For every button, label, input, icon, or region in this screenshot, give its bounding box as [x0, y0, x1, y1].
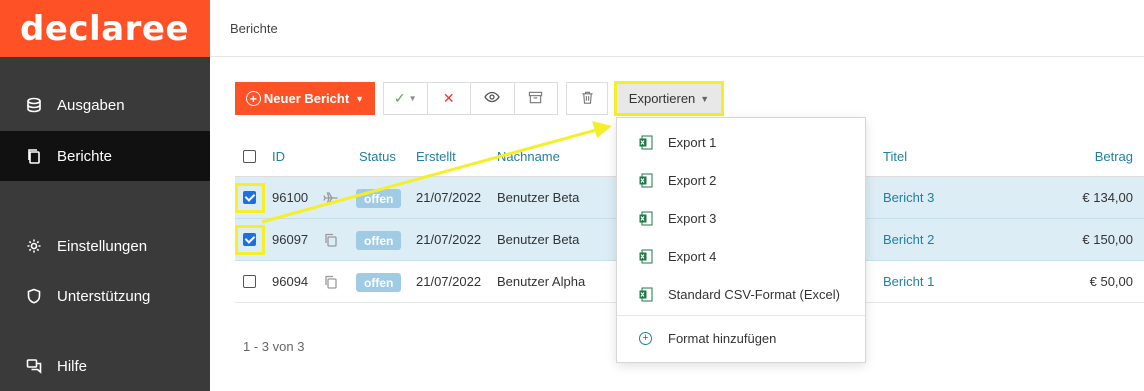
row-checkbox[interactable] [243, 275, 256, 288]
top-bar: Berichte [210, 0, 1144, 57]
archive-icon [528, 90, 543, 108]
eye-icon [484, 89, 500, 108]
sidebar-item-label: Ausgaben [57, 96, 125, 114]
export-menu-item[interactable]: Standard CSV-Format (Excel) [617, 276, 865, 312]
export-menu-item[interactable]: Export 3 [617, 200, 865, 236]
plus-circle-icon: + [639, 331, 652, 345]
row-title-link[interactable]: Bericht 1 [883, 274, 934, 289]
excel-icon [639, 135, 653, 150]
status-badge: offen [356, 273, 402, 292]
export-menu-label: Export 1 [668, 134, 717, 150]
column-header-status[interactable]: Status [359, 149, 396, 164]
plus-circle-icon: + [245, 91, 261, 106]
export-menu-item[interactable]: Export 2 [617, 162, 865, 198]
column-header-id[interactable]: ID [272, 149, 285, 164]
close-icon: ✕ [442, 90, 455, 106]
row-created: 21/07/2022 [416, 190, 482, 205]
new-report-label: Neuer Bericht [263, 91, 350, 106]
column-header-created[interactable]: Erstellt [416, 149, 456, 164]
check-icon: ✓ [393, 90, 406, 106]
gear-icon [25, 237, 43, 255]
approve-button[interactable]: ✓ ▼ [384, 83, 428, 114]
sidebar-item-berichte[interactable]: Berichte [0, 131, 210, 181]
row-id: 96097 [272, 232, 309, 247]
bulk-action-group: ✓ ▼ ✕ [383, 82, 558, 115]
brand-logo[interactable]: declaree [20, 9, 189, 49]
delete-button[interactable] [566, 82, 608, 115]
excel-icon [639, 173, 653, 188]
export-dropdown-menu: Export 1 Export 2 Export 3 Export 4 Stan… [616, 117, 866, 363]
sidebar-item-unterstutzung[interactable]: Unterstützung [0, 271, 210, 321]
row-title-link[interactable]: Bericht 2 [883, 232, 934, 247]
row-amount: € 50,00 [1089, 274, 1133, 289]
export-menu-label: Standard CSV-Format (Excel) [668, 286, 840, 302]
chevron-down-icon: ▼ [355, 93, 365, 104]
excel-icon [639, 249, 653, 264]
archive-button[interactable] [515, 83, 558, 114]
reject-button[interactable]: ✕ [428, 83, 471, 114]
row-created: 21/07/2022 [416, 274, 482, 289]
export-menu-item[interactable]: Export 1 [617, 124, 865, 160]
sidebar-item-label: Einstellungen [57, 237, 148, 255]
documents-icon [25, 147, 43, 165]
sidebar-item-hilfe[interactable]: Hilfe [0, 341, 210, 391]
excel-icon [639, 211, 653, 226]
highlight-box [235, 183, 265, 213]
add-format-button[interactable]: + Format hinzufügen [617, 320, 865, 356]
sidebar: declaree Ausgaben Berichte Einstellungen… [0, 0, 210, 391]
breadcrumb[interactable]: Berichte [230, 21, 278, 36]
row-amount: € 150,00 [1082, 232, 1133, 247]
row-lastname: Benutzer Beta [497, 232, 580, 247]
export-label: Exportieren [628, 91, 696, 106]
row-lastname: Benutzer Beta [497, 190, 580, 205]
copy-icon [323, 232, 339, 248]
new-report-button[interactable]: + Neuer Bericht ▼ [235, 82, 375, 115]
column-header-title[interactable]: Titel [883, 149, 907, 164]
sidebar-item-label: Berichte [57, 147, 113, 165]
add-format-label: Format hinzufügen [668, 330, 777, 346]
column-header-lastname[interactable]: Nachname [497, 149, 560, 164]
highlight-box [235, 225, 265, 255]
chevron-down-icon: ▼ [700, 93, 710, 104]
row-created: 21/07/2022 [416, 232, 482, 247]
airplane-icon [323, 190, 339, 206]
export-menu-label: Export 2 [668, 172, 717, 188]
sidebar-item-ausgaben[interactable]: Ausgaben [0, 80, 210, 130]
select-all-checkbox[interactable] [243, 150, 256, 163]
export-menu-label: Export 3 [668, 210, 717, 226]
logo-bar: declaree [0, 0, 210, 57]
shield-icon [25, 287, 43, 305]
excel-icon [639, 287, 653, 302]
sidebar-item-einstellungen[interactable]: Einstellungen [0, 221, 210, 271]
chat-icon [25, 357, 43, 375]
pagination-info: 1 - 3 von 3 [243, 339, 305, 354]
export-menu-label: Export 4 [668, 248, 717, 264]
trash-icon [580, 90, 595, 108]
copy-icon [323, 274, 339, 290]
row-lastname: Benutzer Alpha [497, 274, 586, 289]
chevron-down-icon: ▼ [408, 94, 417, 103]
coins-icon [25, 96, 43, 114]
column-header-amount[interactable]: Betrag [1095, 149, 1133, 164]
status-badge: offen [356, 231, 402, 250]
row-title-link[interactable]: Bericht 3 [883, 190, 934, 205]
row-id: 96100 [272, 190, 309, 205]
sidebar-item-label: Unterstützung [57, 287, 151, 305]
sidebar-item-label: Hilfe [57, 357, 88, 375]
status-badge: offen [356, 189, 402, 208]
menu-divider [617, 315, 865, 316]
export-menu-item[interactable]: Export 4 [617, 238, 865, 274]
export-button[interactable]: Exportieren ▼ [614, 81, 724, 116]
row-amount: € 134,00 [1082, 190, 1133, 205]
row-id: 96094 [272, 274, 309, 289]
view-button[interactable] [471, 83, 515, 114]
